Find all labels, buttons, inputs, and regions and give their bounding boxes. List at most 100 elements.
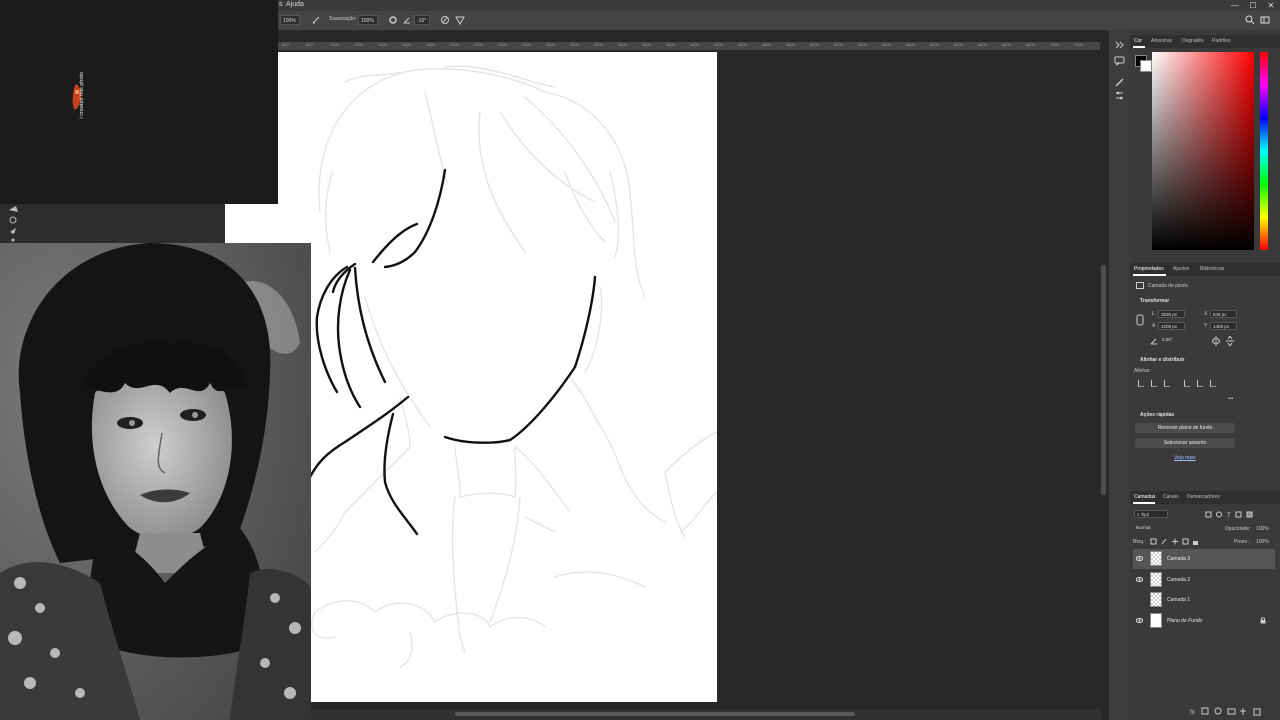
- tab-channels[interactable]: Canais: [1163, 494, 1179, 500]
- tab-gradients[interactable]: Degradês: [1182, 38, 1204, 44]
- brush-settings-icon[interactable]: [1114, 77, 1125, 88]
- x-field[interactable]: 548 px: [1210, 310, 1237, 318]
- layer-filter-value: Tipo: [1140, 512, 1150, 517]
- layer-type-label: Camada de pixels: [1148, 283, 1189, 289]
- menu-item-help[interactable]: Ajuda: [286, 1, 304, 8]
- angle-field[interactable]: 0,00°: [1160, 336, 1184, 344]
- ruler-tick: 4000: [690, 42, 699, 47]
- close-button[interactable]: ✕: [1262, 0, 1280, 11]
- tab-swatches[interactable]: Amostras: [1151, 38, 1172, 44]
- layer-row[interactable]: Camada 3: [1133, 549, 1275, 569]
- align-heading: Alinhar e distribuir: [1140, 357, 1185, 363]
- overlay-caption: i created this photo: [79, 72, 85, 119]
- remove-background-button[interactable]: Remover plano de fundo: [1135, 423, 1235, 433]
- see-more-link[interactable]: Veja mais: [1174, 455, 1196, 461]
- ruler-tick: 3200: [594, 42, 603, 47]
- link-icon[interactable]: [1136, 314, 1144, 326]
- tab-adjustments[interactable]: Ajustes: [1173, 266, 1189, 272]
- pixel-layer-icon: [1136, 282, 1144, 289]
- width-field[interactable]: 3535 px: [1158, 310, 1185, 318]
- ruler-tick: 3800: [666, 42, 675, 47]
- layer-thumbnail: [1150, 571, 1162, 587]
- fill-label: Preen.:: [1234, 539, 1251, 545]
- tab-properties[interactable]: Propriedades: [1134, 266, 1164, 272]
- y-label: Y: [1204, 323, 1208, 329]
- align-left-icon[interactable]: [1138, 380, 1144, 387]
- pressure-icon[interactable]: [311, 15, 321, 25]
- symmetry-icon[interactable]: [455, 15, 465, 25]
- layer-filter-icons[interactable]: T: [1205, 511, 1267, 518]
- minimize-button[interactable]: —: [1226, 0, 1244, 11]
- search-icon[interactable]: [1245, 15, 1255, 25]
- tab-libraries[interactable]: Bibliotecas: [1200, 266, 1224, 272]
- flip-vertical-icon[interactable]: [1226, 336, 1234, 346]
- hue-slider[interactable]: [1260, 52, 1268, 250]
- blend-mode-select[interactable]: Normal: [1134, 524, 1220, 532]
- align-top-icon[interactable]: [1184, 380, 1190, 387]
- align-buttons-row: [1134, 380, 1234, 388]
- layers-footer-buttons[interactable]: fx: [1188, 707, 1278, 716]
- eye-icon[interactable]: [1136, 617, 1143, 624]
- align-center-h-icon[interactable]: [1151, 380, 1157, 387]
- color-picker-field[interactable]: [1152, 52, 1254, 250]
- layers-list: Camada 3 Camada 2 Camada 1 Plano de Fundo: [1133, 549, 1275, 639]
- height-label: A: [1152, 323, 1156, 329]
- ruler-tick: 5600: [882, 42, 891, 47]
- ruler-tick: 4200: [714, 42, 723, 47]
- tool-panel-area: [0, 204, 225, 244]
- history-icon[interactable]: [1114, 40, 1125, 51]
- lock-icon: [1260, 616, 1266, 623]
- align-bottom-icon[interactable]: [1210, 380, 1216, 387]
- ruler-tick: 6200: [954, 42, 963, 47]
- brush-size-field[interactable]: 100%: [280, 15, 300, 25]
- tab-paths[interactable]: Demarcadores: [1187, 494, 1220, 500]
- height-field[interactable]: 4208 px: [1158, 322, 1185, 330]
- flip-horizontal-icon[interactable]: [1212, 336, 1220, 346]
- gear-icon[interactable]: [388, 15, 398, 25]
- ruler-tick: 5000: [810, 42, 819, 47]
- tab-color[interactable]: Cor: [1134, 38, 1142, 44]
- ruler-tick: 4600: [762, 42, 771, 47]
- properties-panel-tabs: Propriedades Ajustes Bibliotecas: [1130, 263, 1280, 276]
- lock-buttons[interactable]: [1150, 538, 1200, 545]
- eye-icon[interactable]: [1136, 555, 1143, 562]
- svg-text:T: T: [1227, 513, 1231, 518]
- more-options-button[interactable]: •••: [1228, 396, 1233, 402]
- tab-layers[interactable]: Camadas: [1134, 494, 1155, 500]
- comments-icon[interactable]: [1114, 55, 1125, 66]
- right-panels: Cor Amostras Degradês Padrões Propriedad…: [1130, 30, 1280, 720]
- svg-text:fx: fx: [1190, 710, 1195, 716]
- left-toolbar-icons[interactable]: [4, 202, 24, 244]
- ruler-tick: 3600: [642, 42, 651, 47]
- layer-filter-select[interactable]: ⌕ Tipo: [1134, 510, 1168, 518]
- workspace-icon[interactable]: [1260, 15, 1270, 25]
- adjust-icon[interactable]: [1114, 90, 1125, 101]
- layer-row[interactable]: Camada 1: [1133, 590, 1275, 610]
- tab-patterns[interactable]: Padrões: [1212, 38, 1231, 44]
- layer-name: Camada 1: [1167, 597, 1191, 603]
- background-color-swatch[interactable]: [1140, 60, 1152, 72]
- ruler-tick: 1000: [330, 42, 339, 47]
- maximize-button[interactable]: ☐: [1244, 0, 1262, 11]
- smoothing-field[interactable]: 100%: [358, 15, 378, 25]
- ruler-tick: 5800: [906, 42, 915, 47]
- layer-row[interactable]: Camada 2: [1133, 570, 1275, 590]
- vertical-scrollbar[interactable]: [1101, 265, 1106, 495]
- align-center-v-icon[interactable]: [1197, 380, 1203, 387]
- select-subject-button[interactable]: Selecionar assunto: [1135, 438, 1235, 448]
- y-field[interactable]: 1309 px: [1210, 322, 1237, 330]
- menu-item-truncated[interactable]: s: [279, 1, 283, 8]
- layer-name: Camada 3: [1167, 556, 1191, 562]
- opacity-value[interactable]: 100%: [1256, 526, 1269, 532]
- brush-pressure-icon[interactable]: [440, 15, 450, 25]
- horizontal-scrollbar[interactable]: [455, 712, 855, 716]
- align-right-icon[interactable]: [1164, 380, 1170, 387]
- angle-field[interactable]: -10°: [414, 15, 430, 25]
- ruler-tick: 2200: [474, 42, 483, 47]
- layer-row[interactable]: Plano de Fundo: [1133, 611, 1275, 631]
- eye-icon[interactable]: [1136, 576, 1143, 583]
- fill-value[interactable]: 100%: [1256, 539, 1269, 545]
- ruler-tick: 3400: [618, 42, 627, 47]
- ruler-tick: 5200: [834, 42, 843, 47]
- video-overlay: i created this photo: [0, 0, 278, 204]
